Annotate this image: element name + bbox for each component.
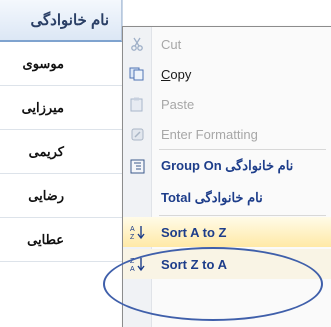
highlight-oval	[103, 247, 323, 321]
menu-item-copy[interactable]: Copy	[123, 59, 331, 89]
svg-text:Z: Z	[130, 234, 135, 240]
table-row[interactable]: رضایی	[0, 174, 122, 218]
menu-item-cut[interactable]: Cut	[123, 29, 331, 59]
menu-item-label: Copy	[161, 66, 192, 82]
scissors-icon	[123, 29, 151, 59]
menu-item-sort-a-to-z[interactable]: AZ Sort A to Z	[123, 217, 331, 247]
cell-value: میرزایی	[21, 99, 64, 115]
formatting-icon	[123, 119, 151, 149]
menu-item-label: Total نام خانوادگی	[161, 190, 263, 205]
menu-item-paste[interactable]: Paste	[123, 89, 331, 119]
group-icon	[123, 151, 151, 181]
menu-separator	[159, 215, 326, 216]
menu-item-enter-formatting[interactable]: Enter Formatting	[123, 119, 331, 149]
table-row[interactable]: موسوی	[0, 42, 122, 86]
table-row[interactable]: عطایی	[0, 218, 122, 262]
menu-item-label: Sort A to Z	[161, 224, 227, 240]
menu-item-label: Paste	[161, 96, 195, 112]
paste-icon	[123, 89, 151, 119]
cell-value: رضایی	[28, 187, 64, 203]
menu-item-label: Cut	[161, 36, 182, 52]
menu-separator	[159, 149, 326, 150]
column-header[interactable]: نام خانوادگی	[0, 0, 122, 42]
copy-icon	[123, 59, 151, 89]
menu-item-label: Group On نام خانوادگی	[161, 158, 294, 173]
menu-item-group-on[interactable]: Group On نام خانوادگی	[123, 151, 331, 181]
table-row[interactable]: میرزایی	[0, 86, 122, 130]
table-row[interactable]: کریمی	[0, 130, 122, 174]
cell-value: موسوی	[22, 55, 64, 71]
sort-ascending-icon: AZ	[123, 217, 151, 247]
menu-item-total[interactable]: Total نام خانوادگی	[123, 183, 331, 213]
svg-text:A: A	[130, 226, 135, 233]
cell-value: عطایی	[27, 231, 64, 247]
cell-value: کریمی	[28, 143, 64, 159]
menu-item-label: Enter Formatting	[161, 126, 258, 142]
